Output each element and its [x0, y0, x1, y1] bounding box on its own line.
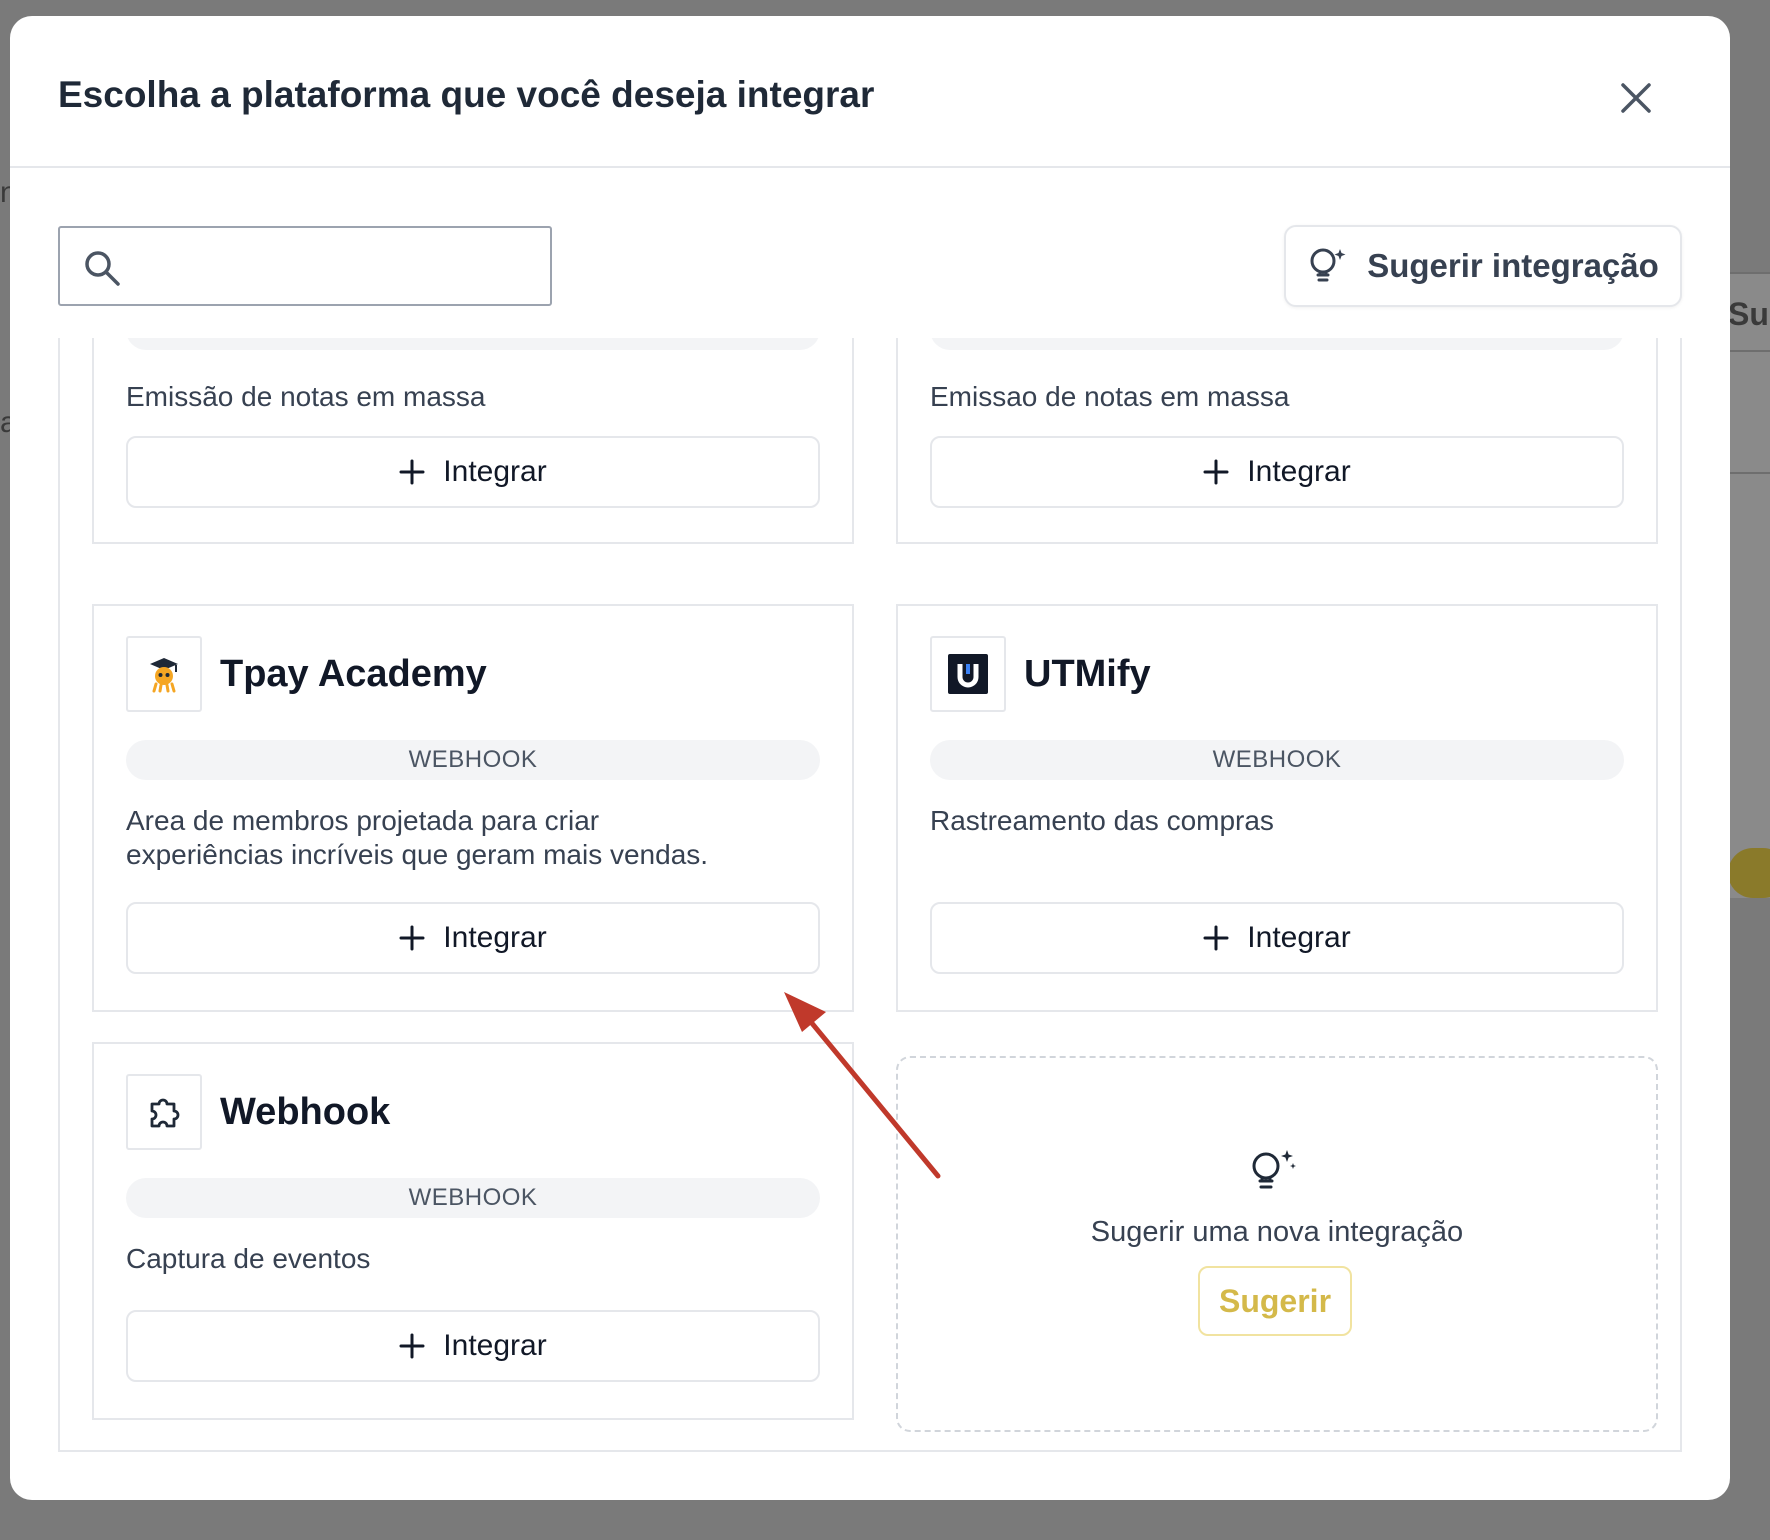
puzzle-icon	[150, 1098, 180, 1128]
integration-card: CREDENTIALS Emissão de notas em massa In…	[92, 338, 854, 544]
card-description: Area de membros projetada para criar exp…	[126, 804, 816, 872]
plus-icon	[399, 1333, 425, 1359]
card-title: Webhook	[220, 1090, 391, 1133]
integration-card-webhook: Webhook WEBHOOK Captura de eventos Integ…	[92, 1042, 854, 1420]
search-input[interactable]	[136, 242, 536, 290]
modal-header: Escolha a plataforma que você deseja int…	[10, 16, 1730, 168]
type-badge: WEBHOOK	[126, 740, 820, 780]
integrate-button-label: Integrar	[443, 921, 547, 954]
webhook-logo	[126, 1074, 202, 1150]
utmify-logo-icon	[948, 654, 988, 694]
lightbulb-sparkle-icon	[1310, 248, 1346, 282]
integrate-button-label: Integrar	[1247, 921, 1351, 954]
tpay-academy-logo	[126, 636, 202, 712]
integrate-button[interactable]: Integrar	[126, 436, 820, 508]
search-icon	[85, 251, 120, 286]
card-header: Tpay Academy	[126, 636, 487, 712]
integrate-button-label: Integrar	[1247, 455, 1351, 488]
card-description: Emissao de notas em massa	[930, 381, 1290, 412]
integrate-button-label: Integrar	[443, 455, 547, 488]
plus-icon	[1203, 925, 1229, 951]
search-field[interactable]	[58, 226, 552, 306]
modal-title: Escolha a plataforma que você deseja int…	[58, 74, 875, 115]
integrate-button-label: Integrar	[443, 1329, 547, 1362]
integration-list[interactable]: CREDENTIALS Emissão de notas em massa In…	[58, 338, 1682, 1452]
suggest-button[interactable]: Sugerir	[1198, 1266, 1352, 1336]
card-title: Tpay Academy	[220, 652, 487, 695]
lightbulb-sparkle-icon	[1252, 1150, 1296, 1189]
card-description: Emissão de notas em massa	[126, 381, 486, 412]
integrate-button[interactable]: Integrar	[930, 436, 1624, 508]
type-badge: WEBHOOK	[126, 1178, 820, 1218]
suggest-new-integration-card: Sugerir uma nova integração Sugerir	[896, 1056, 1658, 1432]
card-description: Captura de eventos	[126, 1243, 371, 1274]
graduation-mascot-icon	[150, 658, 178, 693]
integrate-button[interactable]: Integrar	[126, 1310, 820, 1382]
integration-card-tpay-academy: Tpay Academy WEBHOOK Area de membros pro…	[92, 604, 854, 1012]
close-icon	[1621, 83, 1651, 113]
card-title: UTMify	[1024, 652, 1151, 695]
type-badge: WEBHOOK	[930, 740, 1624, 780]
suggest-card-text: Sugerir uma nova integração	[1090, 1216, 1464, 1248]
integration-modal: Escolha a plataforma que você deseja int…	[10, 16, 1730, 1500]
background-text: Su	[1728, 296, 1769, 332]
card-description: Rastreamento das compras	[930, 805, 1274, 836]
integrate-button[interactable]: Integrar	[930, 902, 1624, 974]
suggest-integration-button[interactable]: Sugerir integração	[1284, 225, 1682, 307]
card-header: Webhook	[126, 1074, 390, 1150]
integration-card-utmify: UTMify WEBHOOK Rastreamento das compras …	[896, 604, 1658, 1012]
plus-icon	[399, 459, 425, 485]
type-badge: CREDENTIALS	[930, 338, 1624, 350]
integrate-button[interactable]: Integrar	[126, 902, 820, 974]
card-header: UTMify	[930, 636, 1151, 712]
card-description-line: experiências incríveis que geram mais ve…	[126, 839, 709, 870]
integration-card: CREDENTIALS Emissao de notas em massa In…	[896, 338, 1658, 544]
background-toggle	[1728, 848, 1770, 898]
utmify-logo	[930, 636, 1006, 712]
type-badge: CREDENTIALS	[126, 338, 820, 350]
plus-icon	[399, 925, 425, 951]
plus-icon	[1203, 459, 1229, 485]
suggest-integration-label: Sugerir integração	[1367, 247, 1659, 284]
card-description-line: Area de membros projetada para criar	[126, 805, 600, 836]
close-button[interactable]	[1610, 72, 1662, 124]
